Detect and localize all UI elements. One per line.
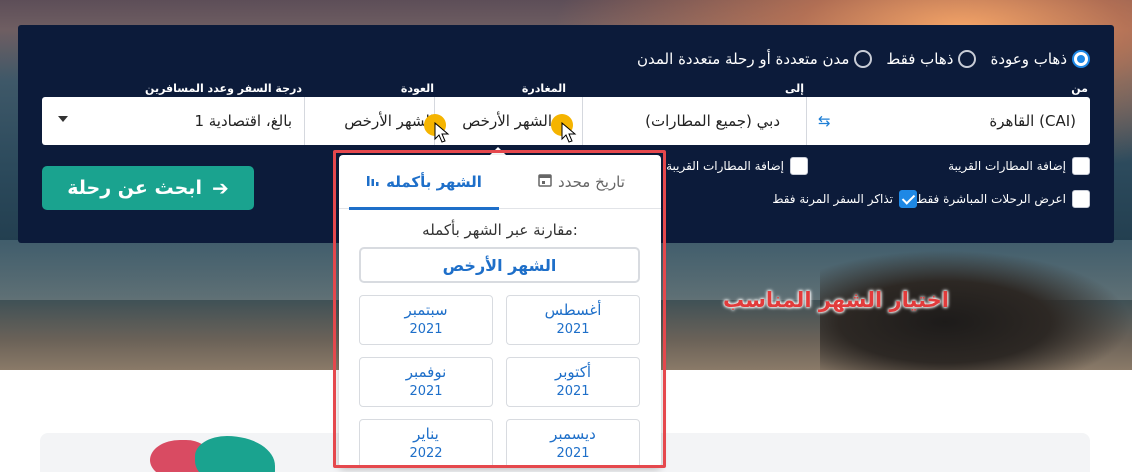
trip-type-roundtrip[interactable]: ذهاب وعودة [990, 50, 1090, 68]
flexible-only-label: تذاكر السفر المرنة فقط [772, 192, 893, 206]
label-to: إلى [784, 82, 804, 95]
search-flights-label: ابحث عن رحلة [67, 177, 202, 199]
departure-value: الشهر الأرخص [462, 112, 552, 130]
flexible-only-checkbox[interactable] [899, 190, 917, 208]
flexible-only-option[interactable]: تذاكر السفر المرنة فقط [772, 190, 917, 208]
radio-multicity[interactable] [854, 50, 873, 68]
divider [304, 97, 305, 145]
direct-only-label: اعرض الرحلات المباشرة فقط [916, 192, 1066, 206]
label-return: العودة [400, 82, 434, 95]
return-field[interactable]: الشهر الأرخص [344, 97, 434, 145]
trip-type-multicity[interactable]: مدن متعددة أو رحلة متعددة المدن [637, 50, 873, 68]
radio-roundtrip[interactable] [1072, 50, 1090, 68]
search-flights-button[interactable]: ابحث عن رحلة ➔ [42, 166, 254, 210]
divider [582, 97, 583, 145]
radio-oneway[interactable] [958, 50, 977, 68]
cursor-icon [434, 122, 450, 143]
nearby-from-option[interactable]: إضافة المطارات القريبة [948, 157, 1090, 175]
trip-type-group: ذهاب وعودة ذهاب فقط مدن متعددة أو رحلة م… [637, 49, 1090, 69]
direct-only-checkbox[interactable] [1072, 190, 1090, 208]
from-value: القاهرة (CAI) [989, 112, 1076, 130]
to-field[interactable]: دبي (جميع المطارات) [645, 97, 780, 145]
swap-icon[interactable]: ⇆ [818, 113, 836, 129]
label-departure: المغادرة [521, 82, 566, 95]
label-class-passengers: درجة السفر وعدد المسافرين [145, 82, 302, 95]
cursor-icon [561, 122, 577, 143]
trip-type-roundtrip-label: ذهاب وعودة [990, 50, 1067, 68]
divider [806, 97, 807, 145]
nearby-to-option[interactable]: إضافة المطارات القريبة [666, 157, 808, 175]
nearby-from-checkbox[interactable] [1072, 157, 1090, 175]
trip-type-oneway-label: ذهاب فقط [886, 50, 954, 68]
nearby-to-label: إضافة المطارات القريبة [666, 159, 784, 173]
direct-only-option[interactable]: اعرض الرحلات المباشرة فقط [916, 190, 1090, 208]
to-value: دبي (جميع المطارات) [645, 112, 780, 130]
nearby-from-label: إضافة المطارات القريبة [948, 159, 1066, 173]
class-passengers-field[interactable]: 1 بالغ، اقتصادية [194, 97, 292, 145]
class-passengers-value: 1 بالغ، اقتصادية [194, 112, 292, 130]
red-highlight-frame [333, 150, 666, 468]
return-value: الشهر الأرخص [344, 112, 434, 130]
trip-type-multicity-label: مدن متعددة أو رحلة متعددة المدن [637, 50, 850, 68]
nearby-to-checkbox[interactable] [790, 157, 808, 175]
departure-field[interactable]: الشهر الأرخص [462, 97, 552, 145]
from-field[interactable]: القاهرة (CAI) [989, 97, 1076, 145]
chevron-down-icon[interactable] [58, 116, 68, 122]
label-from: من [1071, 82, 1088, 95]
arrow-left-icon: ➔ [211, 176, 229, 200]
trip-type-oneway[interactable]: ذهاب فقط [886, 50, 977, 68]
annotation-text: اختيار الشهر المناسب [723, 288, 949, 312]
